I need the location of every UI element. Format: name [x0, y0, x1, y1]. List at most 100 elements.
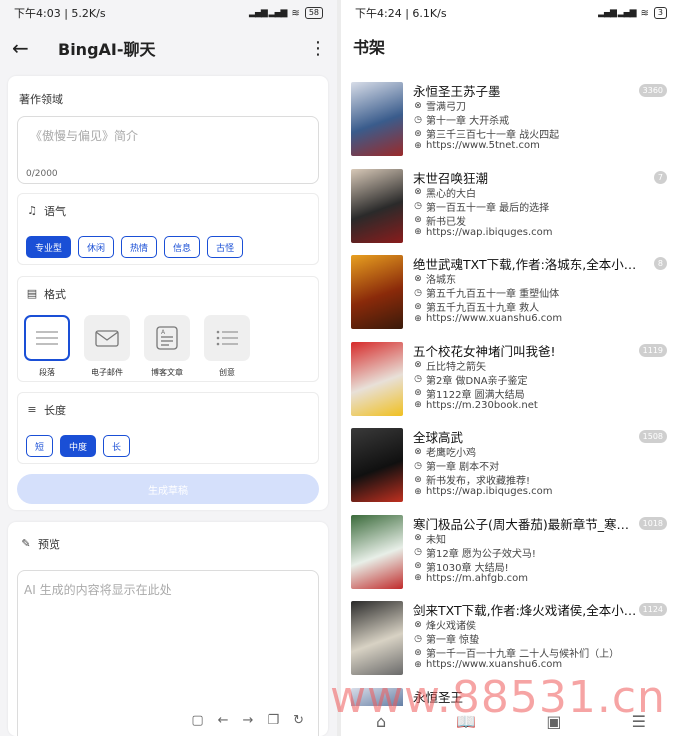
- battery-icon: 3: [653, 7, 667, 19]
- format-label: 格式: [44, 288, 66, 301]
- back-arrow-icon[interactable]: ←: [12, 36, 44, 60]
- update-icon: ⊛: [414, 388, 422, 398]
- tone-chip-funny[interactable]: 古怪: [207, 236, 244, 258]
- format-paragraph[interactable]: 段落: [24, 315, 70, 378]
- last-read-chapter: 第2章 做DNA亲子鉴定: [426, 375, 528, 387]
- preview-toolbar: ▢ ← → ❐ ↻: [191, 713, 304, 728]
- svg-text:A: A: [161, 329, 166, 336]
- format-email[interactable]: 电子邮件: [84, 315, 130, 378]
- generate-draft-button[interactable]: 生成草稿: [17, 474, 319, 504]
- length-chip-long[interactable]: 长: [103, 435, 131, 457]
- globe-icon: ⊕: [414, 140, 422, 151]
- preview-card: ✎ 预览 AI 生成的内容将显示在此处 ▢ ← → ❐ ↻: [8, 522, 328, 736]
- update-icon: ⊛: [414, 474, 422, 485]
- book-row[interactable]: 末世召唤狂潮 ⊗ 黑心的大白 ◷ 第一百五十一章 最后的选择 ⊛ 新书已发 ⊕ https://…: [341, 163, 681, 249]
- more-vert-icon[interactable]: ⋮: [309, 38, 327, 59]
- book-cover: [351, 428, 403, 502]
- tone-chip-informational[interactable]: 信息: [164, 236, 201, 258]
- refresh-icon[interactable]: ↻: [293, 713, 304, 728]
- source-url: https://www.5tnet.com: [426, 140, 540, 151]
- book-author: 雪满弓刀: [426, 102, 466, 113]
- latest-chapter: 第三千三百七十一章 战火四起: [426, 130, 560, 141]
- book-cover: [351, 341, 403, 416]
- latest-chapter: 第1030章 大结局!: [426, 562, 509, 574]
- format-blog[interactable]: A 博客文章: [144, 315, 190, 378]
- clock-icon: ◷: [414, 201, 422, 211]
- status-bar: 下午4:24 | 6.1K/s ▂▄▆ ▂▄▆ ≋ 3: [341, 0, 681, 26]
- book-author: 老鹰吃小鸡: [426, 448, 476, 459]
- length-section: ≡ 长度 短 中度 长: [17, 392, 319, 464]
- book-author: 洛城东: [426, 275, 456, 286]
- tone-section: ♫ 语气 专业型 休闲 热情 信息 古怪: [17, 193, 319, 265]
- last-read-chapter: 第十一章 大开杀戒: [426, 116, 510, 127]
- book-row[interactable]: 五个校花女神堵门叫我爸! ⊗ 丘比特之箭矢 ◷ 第2章 做DNA亲子鉴定 ⊛ 第1122章 …: [341, 336, 681, 422]
- clock-icon: ◷: [414, 374, 422, 384]
- book-author: 烽火戏诸侯: [426, 621, 476, 632]
- length-chip-short[interactable]: 短: [26, 435, 54, 457]
- last-read-chapter: 第一章 剧本不对: [426, 462, 500, 473]
- length-icon: ≡: [27, 403, 37, 416]
- bingai-chat-screen: 下午4:03 | 5.2K/s ▂▄▆ ▂▄▆ ≋ 58 ← BingAI-聊天…: [0, 0, 337, 736]
- page-title: 书架: [353, 38, 386, 57]
- tone-chip-professional[interactable]: 专业型: [26, 236, 72, 258]
- app-bar: ← BingAI-聊天 ⋮: [0, 26, 337, 70]
- book-author: 丘比特之箭矢: [426, 361, 486, 373]
- update-icon: ⊛: [414, 215, 422, 225]
- last-read-chapter: 第一百五十一章 最后的选择: [426, 202, 550, 214]
- book-cover: [351, 255, 403, 329]
- unread-count-badge: 7: [653, 170, 667, 184]
- clock-icon: ◷: [414, 547, 422, 557]
- book-author: 未知: [426, 534, 446, 546]
- source-url: https://wap.ibiquges.com: [426, 486, 553, 497]
- preview-placeholder: AI 生成的内容将显示在此处: [24, 583, 172, 597]
- book-row[interactable]: 寒门极品公子(周大番茄)最新章节_寒门极品公子全文⊗未知◷第12章 愿为公子效犬…: [341, 509, 681, 595]
- last-read-chapter: 第12章 愿为公子效犬马!: [426, 548, 536, 560]
- book-cover: [351, 601, 403, 675]
- domain-placeholder: 《傲慢与偏见》简介: [30, 129, 139, 143]
- format-options: 段落 电子邮件 A 博客文章 创意: [24, 315, 250, 378]
- tone-chips: 专业型 休闲 热情 信息 古怪: [26, 236, 244, 258]
- globe-icon: ⊕: [414, 313, 422, 324]
- arrow-left-icon[interactable]: ←: [218, 713, 229, 728]
- wifi-icon: ≋: [640, 7, 649, 19]
- source-url: https://m.230book.net: [426, 399, 538, 411]
- length-chip-medium[interactable]: 中度: [60, 435, 97, 457]
- preview-label: 预览: [38, 538, 60, 551]
- preview-output[interactable]: AI 生成的内容将显示在此处 ▢ ← → ❐ ↻: [17, 570, 319, 736]
- book-row[interactable]: 全球高武 ⊗ 老鹰吃小鸡 ◷ 第一章 剧本不对 ⊛ 新书发布，求收藏推荐! ⊕ https://…: [341, 422, 681, 508]
- globe-icon: ⊕: [414, 659, 422, 670]
- arrow-right-icon[interactable]: →: [243, 713, 254, 728]
- tone-chip-casual[interactable]: 休闲: [78, 236, 115, 258]
- mail-icon: [95, 330, 119, 347]
- unread-count-badge: 1508: [638, 430, 667, 443]
- clock-icon: ◷: [414, 460, 422, 471]
- book-cover: [351, 168, 403, 243]
- source-url: https://www.xuanshu6.com: [426, 313, 563, 324]
- status-bar: 下午4:03 | 5.2K/s ▂▄▆ ▂▄▆ ≋ 58: [0, 0, 337, 26]
- list-icon: [216, 330, 238, 346]
- domain-input[interactable]: 《傲慢与偏见》简介 0/2000: [17, 116, 319, 184]
- char-counter: 0/2000: [26, 169, 58, 179]
- domain-label: 著作领域: [19, 93, 63, 106]
- signal-icon: ▂▄▆ ▂▄▆: [249, 8, 287, 18]
- author-icon: ⊗: [414, 360, 422, 370]
- stop-icon[interactable]: ▢: [191, 713, 203, 728]
- book-cover: [351, 514, 403, 589]
- author-icon: ⊗: [414, 533, 422, 543]
- tone-chip-enthusiastic[interactable]: 热情: [121, 236, 158, 258]
- copy-icon[interactable]: ❐: [267, 713, 279, 728]
- unread-count-badge: 8: [653, 257, 667, 270]
- update-icon: ⊛: [414, 301, 422, 312]
- book-row[interactable]: 绝世武魂TXT下载,作者:洛城东,全本小说网 ⊗ 洛城东 ◷ 第五千九百五十一章 重塑仙…: [341, 249, 681, 335]
- latest-chapter: 新书发布，求收藏推荐!: [426, 476, 531, 487]
- book-row[interactable]: 剑来TXT下载,作者:烽火戏诸侯,全本小说网 ⊗ 烽火戏诸侯 ◷ 第一章 惊蛰 ⊛ 第一千一…: [341, 595, 681, 681]
- update-icon: ⊛: [414, 561, 422, 571]
- latest-chapter: 第一千一百一十九章 二十人与候补们（上）: [426, 649, 620, 660]
- format-creative[interactable]: 创意: [204, 315, 250, 378]
- voice-icon: ♫: [27, 204, 37, 217]
- book-row[interactable]: 永恒圣王苏子墨 ⊗ 雪满弓刀 ◷ 第十一章 大开杀戒 ⊛ 第三千三百七十一章 战火四起 ⊕ ht…: [341, 76, 681, 162]
- length-chips: 短 中度 长: [26, 435, 131, 457]
- unread-count-badge: 1119: [638, 343, 667, 357]
- source-url: https://www.xuanshu6.com: [426, 659, 563, 670]
- update-icon: ⊛: [414, 647, 422, 658]
